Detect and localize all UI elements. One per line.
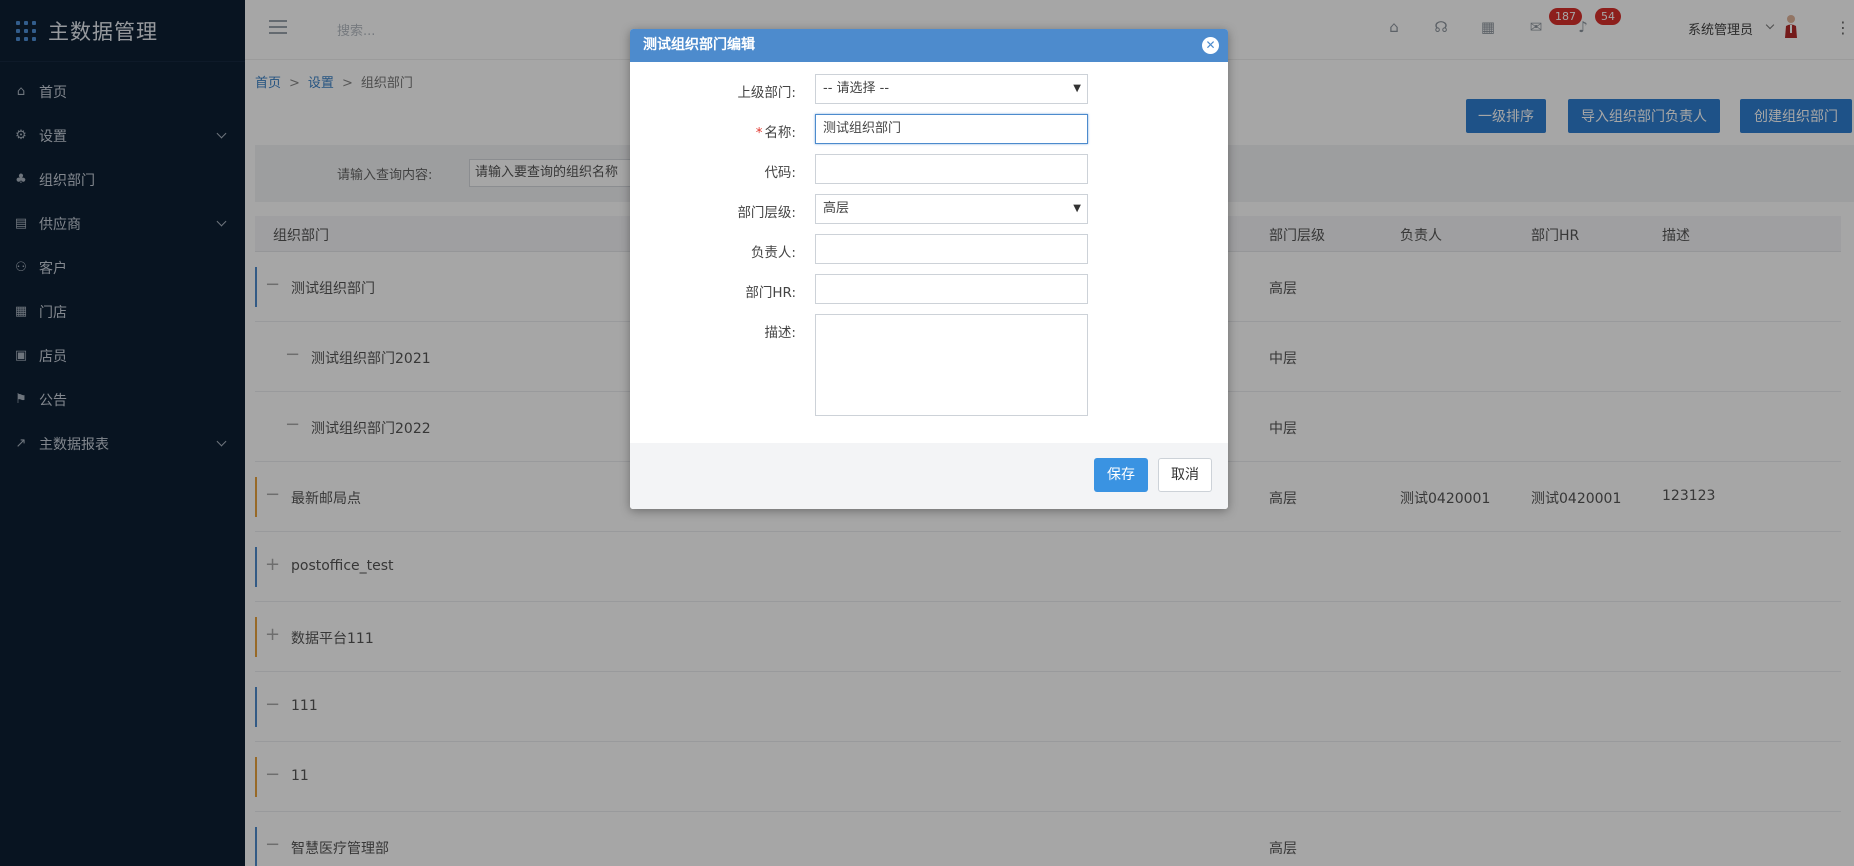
- code-field-row: 代码:: [630, 154, 1228, 186]
- dialog-footer: 保存 取消: [630, 443, 1228, 509]
- name-input[interactable]: 测试组织部门: [815, 114, 1088, 144]
- owner-field-row: 负责人:: [630, 234, 1228, 266]
- select-value: 高层: [823, 201, 850, 216]
- dialog-title-bar: 测试组织部门编辑 ✕: [630, 29, 1228, 62]
- field-label: 部门HR:: [745, 285, 796, 301]
- cancel-button[interactable]: 取消: [1158, 458, 1212, 492]
- field-label: 负责人:: [750, 245, 796, 261]
- hr-field-row: 部门HR:: [630, 274, 1228, 306]
- close-icon[interactable]: ✕: [1202, 37, 1219, 54]
- level-field-row: 部门层级: 高层 ▼: [630, 194, 1228, 226]
- caret-down-icon: ▼: [1073, 203, 1081, 214]
- parent-select[interactable]: -- 请选择 -- ▼: [815, 74, 1088, 104]
- level-select[interactable]: 高层 ▼: [815, 194, 1088, 224]
- save-button[interactable]: 保存: [1094, 458, 1148, 492]
- description-textarea[interactable]: [815, 314, 1088, 416]
- edit-dialog: 测试组织部门编辑 ✕ 上级部门: -- 请选择 -- ▼ * 名称: 测试组织部门…: [630, 29, 1228, 509]
- field-label: 代码:: [764, 165, 796, 181]
- field-label: 部门层级:: [737, 205, 796, 221]
- field-label: 上级部门:: [737, 85, 796, 101]
- dialog-title: 测试组织部门编辑: [643, 37, 755, 53]
- code-input[interactable]: [815, 154, 1088, 184]
- hr-input[interactable]: [815, 274, 1088, 304]
- parent-field-row: 上级部门: -- 请选择 -- ▼: [630, 74, 1228, 106]
- caret-down-icon: ▼: [1073, 83, 1081, 94]
- field-label-text: 名称:: [764, 125, 796, 141]
- desc-field-row: 描述:: [630, 314, 1228, 416]
- field-label: 描述:: [764, 325, 796, 341]
- field-label: * 名称:: [756, 121, 796, 141]
- select-value: -- 请选择 --: [823, 81, 890, 96]
- owner-input[interactable]: [815, 234, 1088, 264]
- name-field-row: * 名称: 测试组织部门: [630, 114, 1228, 146]
- required-mark: *: [755, 125, 763, 141]
